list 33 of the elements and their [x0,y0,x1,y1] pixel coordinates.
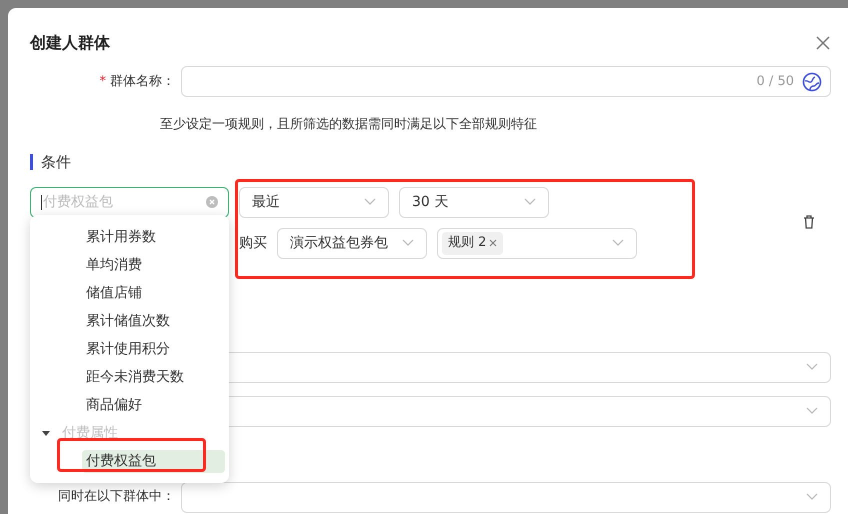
required-mark: * [100,72,106,91]
chevron-down-icon [612,239,624,247]
dropdown-option[interactable]: 累计用券数 [82,226,225,248]
remove-icon[interactable] [489,239,498,247]
dropdown-option[interactable]: 累计使用积分 [82,338,225,360]
chevron-down-icon [806,493,818,501]
close-icon[interactable] [816,36,830,50]
action-label: 购买 [239,234,268,252]
hint-text: 至少设定一项规则，且所筛选的数据需同时满足以下全部规则特征 [160,117,537,132]
chevron-down-icon [806,363,818,371]
dropdown-option[interactable]: 单均消费 [82,254,225,276]
dropdown-option[interactable]: 商品偏好 [82,394,225,416]
period-select[interactable]: 最近 [239,186,389,218]
section-marker [30,154,33,170]
chevron-down-icon [524,198,536,206]
dropdown-option[interactable]: 累计储值次数 [82,310,225,332]
days-select[interactable]: 30 天 [399,186,549,218]
caret-down-icon[interactable] [42,429,50,437]
trash-icon[interactable] [803,214,815,228]
section-title: 条件 [41,152,71,173]
package-select[interactable]: 演示权益包券包 [277,228,427,258]
dropdown-option[interactable]: 储值店铺 [82,282,225,304]
chevron-down-icon [402,239,414,247]
rule-multi-select[interactable]: 规则 2 [437,228,637,258]
chevron-down-icon [364,198,376,206]
character-counter: 0 / 50 [756,72,794,91]
globe-icon[interactable] [802,72,822,92]
chevron-down-icon [806,407,818,415]
field-label: 同时在以下群体中： [58,488,175,506]
dropdown-option[interactable]: 距今未消费天数 [82,366,225,388]
field-label: 群体名称： [110,72,175,91]
rule-tag[interactable]: 规则 2 [442,232,504,254]
dialog-title: 创建人群体 [30,32,110,54]
